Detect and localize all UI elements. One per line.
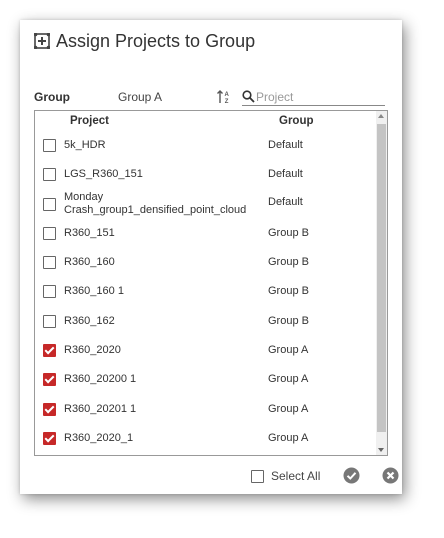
- cancel-button[interactable]: [382, 467, 399, 484]
- column-header-group[interactable]: Group: [279, 115, 314, 127]
- dialog-title: Assign Projects to Group: [56, 31, 256, 51]
- table-row[interactable]: R360_2020 Group A: [35, 335, 375, 364]
- scroll-down-arrow-icon[interactable]: [378, 448, 384, 452]
- project-group: Group A: [268, 373, 309, 386]
- project-name: Monday Crash_group1_densified_point_clou…: [64, 190, 247, 216]
- row-checkbox[interactable]: [43, 373, 56, 387]
- project-group: Group B: [268, 256, 309, 269]
- svg-text:Z: Z: [225, 99, 229, 105]
- search-input[interactable]: [256, 89, 384, 104]
- project-name: R360_20201 1: [64, 402, 137, 415]
- project-name: R360_162: [64, 314, 115, 327]
- project-name: R360_160 1: [64, 285, 124, 298]
- project-group: Group B: [268, 285, 309, 298]
- scroll-up-arrow-icon[interactable]: [378, 114, 384, 118]
- project-name: LGS_R360_151: [64, 168, 143, 181]
- row-checkbox[interactable]: [43, 344, 56, 358]
- sort-az-icon[interactable]: A Z: [216, 89, 232, 105]
- table-row[interactable]: R360_160 Group B: [35, 247, 375, 276]
- row-checkbox[interactable]: [43, 402, 56, 416]
- row-checkbox[interactable]: [43, 256, 56, 270]
- table-row[interactable]: Monday Crash_group1_densified_point_clou…: [35, 189, 375, 218]
- row-checkbox[interactable]: [43, 168, 56, 182]
- table-row[interactable]: R360_151 Group B: [35, 218, 375, 247]
- scrollbar-thumb[interactable]: [377, 124, 386, 432]
- row-checkbox[interactable]: [43, 431, 56, 445]
- project-group: Group A: [268, 344, 309, 357]
- project-group: Default: [268, 139, 303, 151]
- table-row[interactable]: R360_2020_1 Group A: [35, 423, 375, 452]
- search-field[interactable]: [242, 89, 385, 106]
- project-name: R360_2020: [64, 344, 121, 357]
- group-label: Group: [34, 90, 70, 104]
- assign-projects-dialog: Assign Projects to Group Group Group A A…: [20, 20, 402, 494]
- svg-text:A: A: [225, 92, 230, 98]
- row-checkbox[interactable]: [43, 285, 56, 299]
- row-checkbox[interactable]: [43, 139, 56, 152]
- project-name: R360_20200 1: [64, 373, 137, 386]
- project-group: Group A: [268, 402, 309, 415]
- project-name: R360_160: [64, 256, 115, 269]
- row-checkbox[interactable]: [43, 226, 56, 240]
- project-group: Group A: [268, 431, 309, 444]
- project-group: Group B: [268, 314, 309, 327]
- project-name: R360_2020_1: [64, 431, 134, 444]
- project-group: Default: [268, 168, 303, 181]
- select-all-label[interactable]: Select All: [271, 469, 320, 483]
- check-circle-icon: [343, 467, 360, 484]
- row-checkbox[interactable]: [43, 314, 56, 328]
- table-row[interactable]: R360_20201 1 Group A: [35, 394, 375, 423]
- close-circle-icon: [382, 467, 399, 484]
- project-group-icon: [34, 32, 52, 51]
- project-name: 5k_HDR: [64, 139, 106, 151]
- project-group: Default: [268, 195, 303, 208]
- vertical-scrollbar[interactable]: [376, 111, 387, 455]
- search-icon: [242, 90, 255, 103]
- table-row[interactable]: R360_20200 1 Group A: [35, 364, 375, 393]
- confirm-button[interactable]: [343, 467, 360, 484]
- list-header: Project Group: [35, 111, 375, 131]
- table-row[interactable]: 5k_HDR Default: [35, 130, 375, 159]
- project-list: Project Group 5k_HDR Default LGS_R360_151 D…: [34, 110, 388, 456]
- dialog-title-row: Assign Projects to Group: [34, 31, 255, 52]
- project-rows: 5k_HDR Default LGS_R360_151 Default Monday C…: [35, 130, 375, 452]
- table-row[interactable]: LGS_R360_151 Default: [35, 159, 375, 188]
- select-all-checkbox[interactable]: [251, 470, 264, 483]
- row-checkbox[interactable]: [43, 197, 56, 211]
- column-header-project[interactable]: Project: [70, 115, 109, 127]
- table-row[interactable]: R360_160 1 Group B: [35, 276, 375, 305]
- table-row[interactable]: R360_162 Group B: [35, 306, 375, 335]
- group-value: Group A: [118, 90, 163, 104]
- project-group: Group B: [268, 226, 309, 239]
- project-name: R360_151: [64, 226, 115, 239]
